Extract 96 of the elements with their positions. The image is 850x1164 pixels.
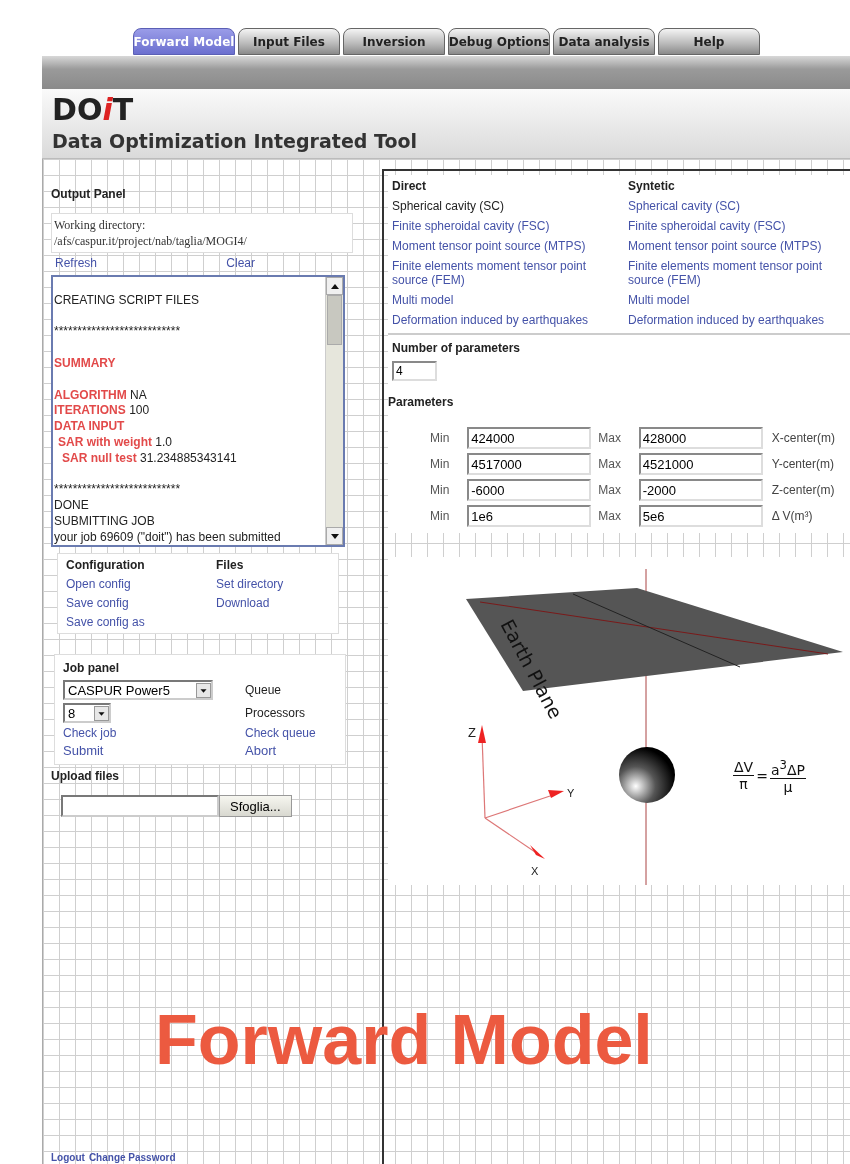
sphere xyxy=(619,747,675,803)
model-link[interactable]: Multi model xyxy=(392,293,624,307)
min-field[interactable]: -6000 xyxy=(467,479,592,501)
max-label: Max xyxy=(597,509,622,523)
model-link[interactable]: Deformation induced by earthquakes xyxy=(628,313,848,327)
processors-select[interactable]: 8 xyxy=(63,703,111,723)
tab[interactable]: Input Files xyxy=(238,28,340,55)
parameter-name: Y-center(m) xyxy=(770,457,835,471)
column-title: Syntetic xyxy=(628,179,676,193)
min-field[interactable]: 1e6 xyxy=(467,505,592,527)
parameter-name: X-center(m) xyxy=(770,431,837,445)
menu-link[interactable]: Set directory xyxy=(216,577,330,591)
axis-label: X xyxy=(531,865,539,877)
job-link[interactable]: Check job xyxy=(63,726,117,740)
scrollbar-thumb[interactable] xyxy=(327,295,342,345)
model-link[interactable]: Finite elements moment tensor point source (FEM) xyxy=(628,259,848,287)
panel-title: Job panel xyxy=(63,661,120,675)
model-link[interactable]: Spherical cavity (SC) xyxy=(392,199,624,213)
log-line: SAR null test 31.234885343141 xyxy=(61,450,238,467)
panel-title: Files xyxy=(216,558,245,572)
min-field[interactable]: 424000 xyxy=(467,427,592,449)
plane-label: Earth Plane xyxy=(496,615,568,723)
model-link[interactable]: Moment tensor point source (MTPS) xyxy=(628,239,848,253)
job-link[interactable]: Submit xyxy=(63,743,104,758)
tab[interactable]: Data analysis xyxy=(553,28,655,55)
job-link[interactable]: Abort xyxy=(245,743,277,758)
parameter-name: Z-center(m) xyxy=(770,483,836,497)
max-field[interactable]: 428000 xyxy=(638,427,763,449)
model-link[interactable]: Spherical cavity (SC) xyxy=(628,199,848,213)
panel-title: Upload files xyxy=(51,769,120,783)
formula-term: a$^{3}$ΔP xyxy=(769,757,806,779)
log-heading: DATA INPUT xyxy=(54,419,126,435)
panel-link[interactable]: Clear xyxy=(226,256,255,270)
panel-link[interactable]: Refresh xyxy=(55,256,98,270)
axis-label: Z xyxy=(468,725,476,740)
model-link[interactable]: Finite elements moment tensor point source (FEM) xyxy=(392,259,624,287)
parameter-name: Δ V(m³) xyxy=(770,509,814,523)
field-label: Queue xyxy=(245,683,283,697)
max-label: Max xyxy=(597,457,622,471)
model-link[interactable]: Moment tensor point source (MTPS) xyxy=(392,239,624,253)
log-line: ALGORITHM NA xyxy=(54,387,148,404)
field-label: Processors xyxy=(245,706,307,720)
tab[interactable]: Debug Options xyxy=(448,28,550,55)
max-field[interactable]: 5e6 xyxy=(638,505,763,527)
section-title: Number of parameters xyxy=(392,341,522,355)
min-label: Min xyxy=(430,431,451,445)
parameter-count-field[interactable]: 4 xyxy=(392,361,437,381)
working-directory-text: /afs/caspur.it/project/nab/taglia/MOGI4/ xyxy=(54,233,248,249)
model-link[interactable]: Finite spheroidal cavity (FSC) xyxy=(628,219,848,233)
model-link[interactable]: Finite spheroidal cavity (FSC) xyxy=(392,219,624,233)
model-link[interactable]: Deformation induced by earthquakes xyxy=(392,313,624,327)
tab[interactable]: Help xyxy=(658,28,760,55)
model-link[interactable]: Multi model xyxy=(628,293,848,307)
scroll-up-icon[interactable] xyxy=(330,283,339,289)
working-directory-text: Working directory: xyxy=(54,217,147,233)
file-path-field[interactable] xyxy=(61,795,219,817)
logo: DOiT xyxy=(52,93,135,127)
log-line: *************************** xyxy=(54,324,182,341)
log-line: SUBMITTING JOB xyxy=(54,513,156,530)
panel-title: Configuration xyxy=(66,558,146,572)
menu-link[interactable]: Save config xyxy=(66,596,216,610)
scroll-down-icon[interactable] xyxy=(330,533,339,539)
log-line: DONE xyxy=(54,498,90,514)
axis-label: Y xyxy=(567,787,575,799)
log-line: CREATING SCRIPT FILES xyxy=(54,292,200,309)
max-label: Max xyxy=(597,431,622,445)
formula-term: μ xyxy=(783,778,793,795)
footer-link[interactable]: Logout xyxy=(51,1152,85,1163)
panel-title: Output Panel xyxy=(51,187,127,201)
log-line: your job 69609 ("doit") has been submitted xyxy=(54,529,282,545)
log-line: ITERATIONS 100 xyxy=(54,403,151,420)
scrollbar[interactable] xyxy=(325,277,343,545)
menu-link[interactable]: Download xyxy=(216,596,330,610)
formula-term: π xyxy=(739,776,748,793)
log-line: SAR with weight 1.0 xyxy=(57,434,174,451)
max-field[interactable]: 4521000 xyxy=(638,453,763,475)
app-subtitle: Data Optimization Integrated Tool xyxy=(52,130,419,152)
column-title: Direct xyxy=(392,179,427,193)
job-link[interactable]: Check queue xyxy=(245,726,316,740)
max-label: Max xyxy=(597,483,622,497)
footer-link[interactable]: Change Password xyxy=(88,1152,176,1163)
tab[interactable]: Inversion xyxy=(343,28,445,55)
formula-term: ΔV xyxy=(733,759,755,777)
menu-link[interactable]: Open config xyxy=(66,577,216,591)
log-line: *************************** xyxy=(54,482,182,499)
log-heading: SUMMARY xyxy=(54,356,117,372)
menu-link[interactable]: Save config as xyxy=(66,615,216,629)
max-field[interactable]: -2000 xyxy=(638,479,763,501)
min-field[interactable]: 4517000 xyxy=(467,453,592,475)
queue-select[interactable]: CASPUR Power5 xyxy=(63,680,213,700)
min-label: Min xyxy=(430,483,451,497)
formula-sign: = xyxy=(756,767,768,784)
min-label: Min xyxy=(430,457,451,471)
browse-button[interactable]: Sfoglia... xyxy=(219,795,292,817)
section-title: Parameters xyxy=(388,395,455,409)
min-label: Min xyxy=(430,509,451,523)
